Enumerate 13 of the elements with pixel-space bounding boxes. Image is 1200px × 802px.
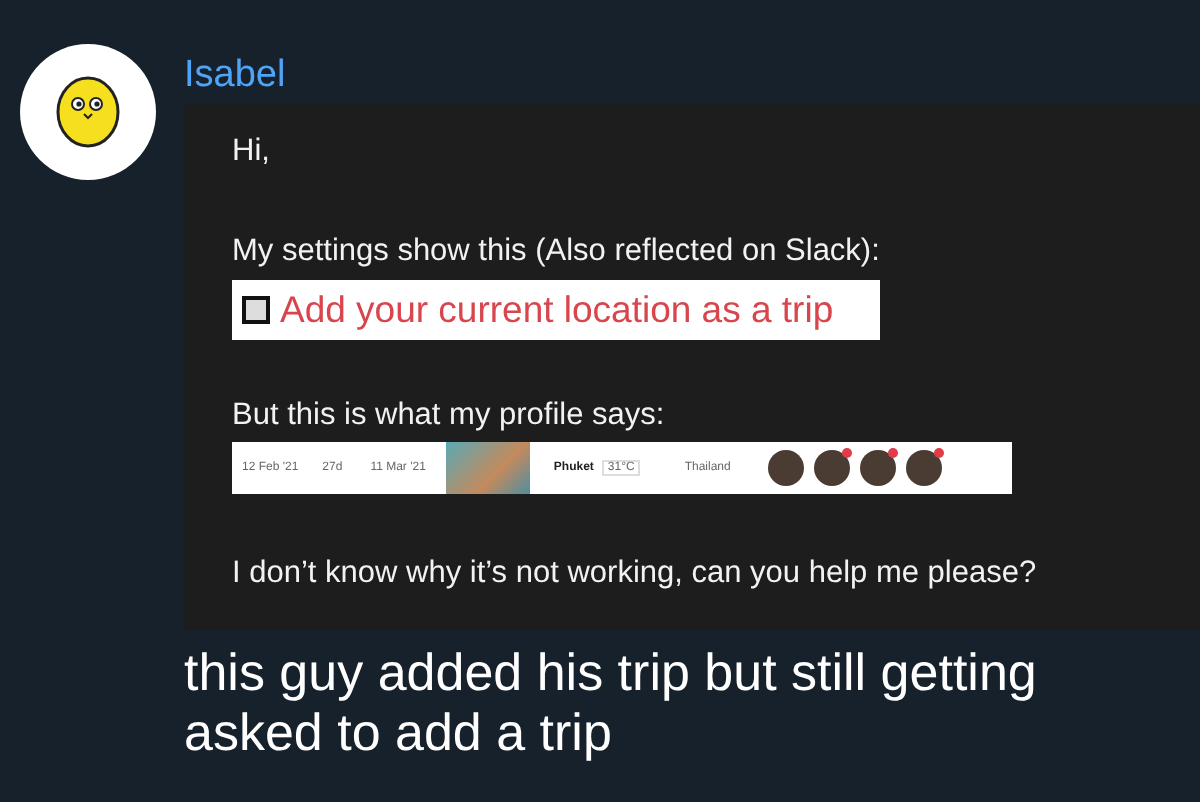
checkbox[interactable] — [242, 296, 270, 324]
badge-dot — [934, 448, 945, 458]
setting-label: Add your current location as a trip — [280, 288, 834, 332]
greeting-text: Hi, — [232, 132, 272, 172]
message-text: I don’t know why it’s not working, can you help me please? — [232, 554, 1039, 594]
photo-placeholder — [445, 442, 530, 494]
message-text: this guy added his trip but still getting asked to add a trip — [184, 642, 1039, 762]
lemon-avatar-icon — [20, 44, 156, 180]
message-text: My settings show this (Also reflected on Slack): — [232, 232, 882, 272]
message-text: But this is what my profile says: — [232, 396, 667, 436]
badge-dot — [842, 448, 853, 458]
sender-name[interactable]: Isabel — [184, 56, 1200, 96]
badge-dot — [888, 448, 899, 458]
